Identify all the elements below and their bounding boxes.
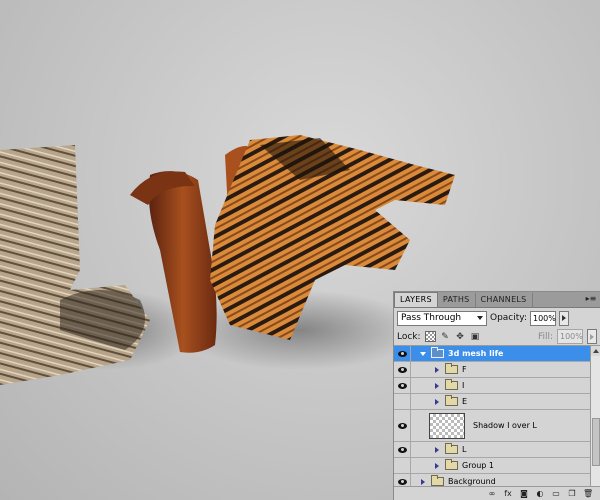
layer-name: F bbox=[462, 365, 467, 374]
triangle-right-icon bbox=[435, 446, 439, 453]
layer-name: Background bbox=[448, 477, 496, 486]
chevron-down-icon bbox=[477, 316, 483, 320]
folder-icon bbox=[431, 347, 444, 358]
lock-position-icon[interactable]: ✥ bbox=[455, 331, 466, 342]
layer-row[interactable]: Background bbox=[394, 474, 590, 486]
eye-icon bbox=[397, 350, 407, 357]
layer-mask-icon[interactable]: ◙ bbox=[519, 489, 529, 499]
folder-icon bbox=[431, 475, 444, 486]
panel-menu-icon[interactable]: ▸≡ bbox=[585, 294, 597, 304]
layer-row[interactable]: E bbox=[394, 394, 590, 410]
lock-label: Lock: bbox=[397, 331, 421, 342]
triangle-right-icon bbox=[435, 382, 439, 389]
layers-panel: LAYERS PATHS CHANNELS ▸≡ Pass Through Op… bbox=[393, 291, 600, 500]
letter-l bbox=[0, 145, 150, 385]
chevron-right-icon bbox=[590, 333, 594, 340]
fill-input[interactable]: 100% bbox=[557, 329, 583, 344]
lock-row: Lock: ✎ ✥ ▣ Fill: 100% bbox=[394, 328, 600, 346]
expand-toggle[interactable] bbox=[431, 382, 443, 389]
link-layers-icon[interactable]: ∞ bbox=[487, 489, 497, 499]
tab-paths[interactable]: PATHS bbox=[438, 293, 476, 307]
fill-label: Fill: bbox=[537, 331, 553, 342]
eye-icon bbox=[397, 446, 407, 453]
layer-name: I bbox=[462, 381, 465, 390]
layer-name: 3d mesh life bbox=[448, 349, 504, 358]
lock-image-pixels-icon[interactable]: ✎ bbox=[440, 331, 451, 342]
blend-row: Pass Through Opacity: 100% bbox=[394, 308, 600, 328]
new-group-icon[interactable]: ▭ bbox=[551, 489, 561, 499]
layer-row[interactable]: Group 1 bbox=[394, 458, 590, 474]
triangle-right-icon bbox=[435, 366, 439, 373]
layer-row[interactable]: 3d mesh life bbox=[394, 346, 590, 362]
layer-list-scrollbar[interactable] bbox=[590, 346, 600, 486]
expand-toggle[interactable] bbox=[431, 446, 443, 453]
visibility-toggle[interactable] bbox=[394, 474, 411, 486]
expand-toggle[interactable] bbox=[431, 366, 443, 373]
triangle-right-icon bbox=[421, 478, 425, 485]
folder-icon bbox=[445, 363, 458, 374]
visibility-toggle[interactable] bbox=[394, 458, 411, 473]
adjustment-layer-icon[interactable]: ◐ bbox=[535, 489, 545, 499]
layer-list: 3d mesh life F I E Shadow I over L L Gro… bbox=[394, 346, 590, 486]
triangle-right-icon bbox=[435, 398, 439, 405]
blend-mode-select[interactable]: Pass Through bbox=[397, 310, 487, 326]
layer-row[interactable]: L bbox=[394, 442, 590, 458]
eye-icon bbox=[397, 478, 407, 485]
expand-toggle[interactable] bbox=[417, 351, 429, 356]
chevron-right-icon bbox=[562, 315, 566, 321]
expand-toggle[interactable] bbox=[417, 478, 429, 485]
layer-name: E bbox=[462, 397, 468, 406]
opacity-label: Opacity: bbox=[490, 313, 527, 323]
delete-layer-icon[interactable]: 🗑 bbox=[583, 489, 593, 499]
visibility-toggle[interactable] bbox=[394, 362, 411, 377]
tab-channels[interactable]: CHANNELS bbox=[476, 293, 533, 307]
triangle-right-icon bbox=[435, 462, 439, 469]
panel-bottom-bar: ∞ fx ◙ ◐ ▭ ❐ 🗑 bbox=[394, 486, 600, 500]
visibility-toggle[interactable] bbox=[394, 394, 411, 409]
lock-transparent-pixels-icon[interactable] bbox=[424, 331, 436, 342]
expand-toggle[interactable] bbox=[431, 462, 443, 469]
blend-mode-value: Pass Through bbox=[401, 313, 462, 323]
layer-name: Group 1 bbox=[462, 461, 494, 470]
fill-slider-button[interactable] bbox=[587, 329, 597, 344]
layer-row[interactable]: I bbox=[394, 378, 590, 394]
visibility-toggle[interactable] bbox=[394, 346, 411, 361]
layer-row[interactable]: Shadow I over L bbox=[394, 410, 590, 442]
chevron-up-icon bbox=[593, 349, 599, 353]
folder-icon bbox=[445, 443, 458, 454]
eye-icon bbox=[397, 366, 407, 373]
expand-toggle[interactable] bbox=[431, 398, 443, 405]
folder-icon bbox=[445, 379, 458, 390]
layer-name: Shadow I over L bbox=[473, 421, 537, 430]
scroll-thumb[interactable] bbox=[592, 418, 600, 466]
scroll-up-button[interactable] bbox=[591, 346, 600, 356]
new-layer-icon[interactable]: ❐ bbox=[567, 489, 577, 499]
visibility-toggle[interactable] bbox=[394, 410, 411, 441]
opacity-input[interactable]: 100% bbox=[530, 310, 556, 326]
fx-icon[interactable]: fx bbox=[503, 489, 513, 499]
visibility-toggle[interactable] bbox=[394, 378, 411, 393]
layer-name: L bbox=[462, 445, 467, 454]
layer-row[interactable]: F bbox=[394, 362, 590, 378]
folder-icon bbox=[445, 459, 458, 470]
eye-icon bbox=[397, 382, 407, 389]
tab-layers[interactable]: LAYERS bbox=[394, 292, 438, 307]
triangle-down-icon bbox=[420, 351, 426, 356]
opacity-slider-button[interactable] bbox=[559, 310, 569, 326]
panel-tab-bar: LAYERS PATHS CHANNELS ▸≡ bbox=[394, 292, 600, 308]
lock-all-icon[interactable]: ▣ bbox=[470, 331, 481, 342]
folder-icon bbox=[445, 395, 458, 406]
eye-icon bbox=[397, 422, 407, 429]
layer-thumbnail bbox=[429, 412, 465, 439]
visibility-toggle[interactable] bbox=[394, 442, 411, 457]
